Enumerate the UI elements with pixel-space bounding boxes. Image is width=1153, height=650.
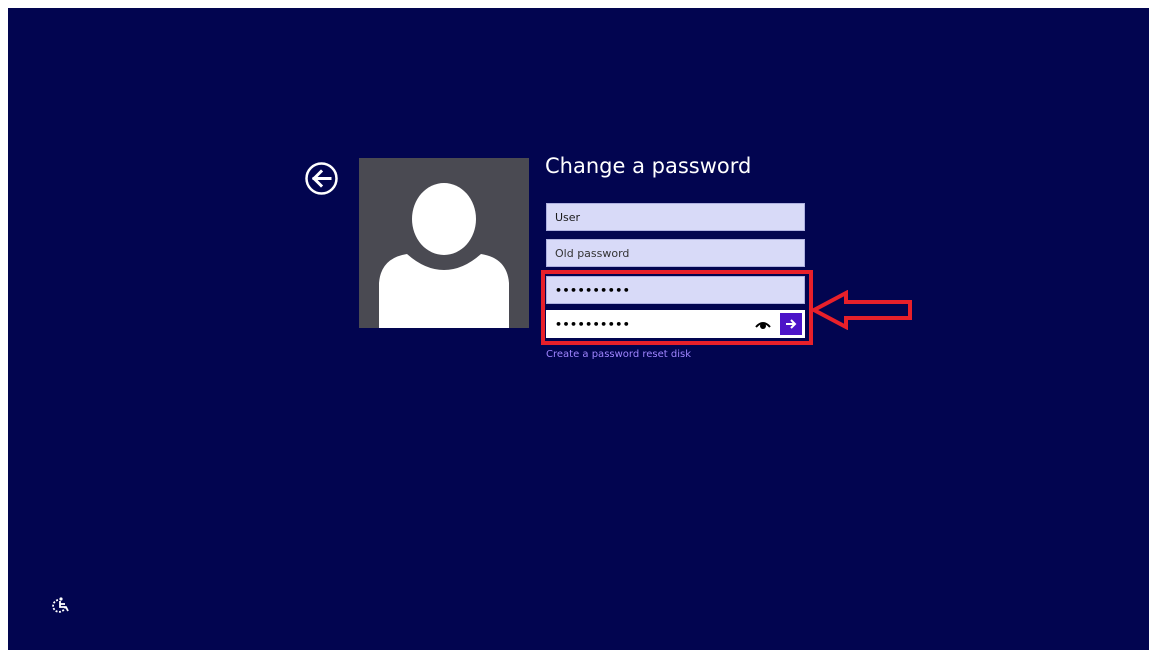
back-arrow-icon (305, 162, 338, 195)
eye-icon (755, 322, 771, 329)
back-button[interactable] (304, 161, 339, 196)
old-password-placeholder: Old password (555, 246, 630, 260)
user-field-value: User (555, 210, 581, 224)
user-avatar-icon (379, 183, 509, 328)
confirm-password-value: •••••••••• (555, 317, 631, 331)
reveal-password-button[interactable] (755, 318, 771, 330)
user-field[interactable]: User (546, 203, 805, 231)
old-password-field[interactable]: Old password (546, 239, 805, 267)
user-avatar (359, 158, 529, 328)
ease-of-access-icon (52, 597, 69, 613)
annotation-arrow-icon (812, 290, 912, 330)
new-password-field[interactable]: •••••••••• (546, 276, 805, 304)
new-password-value: •••••••••• (555, 283, 631, 297)
password-reset-link[interactable]: Create a password reset disk (546, 349, 691, 360)
ease-of-access-button[interactable] (50, 596, 70, 616)
right-arrow-icon (786, 319, 797, 329)
confirm-password-field[interactable]: •••••••••• (546, 310, 805, 338)
submit-button[interactable] (780, 313, 802, 335)
lock-screen: Change a password User Old password ••••… (8, 8, 1149, 650)
page-title: Change a password (545, 154, 752, 178)
